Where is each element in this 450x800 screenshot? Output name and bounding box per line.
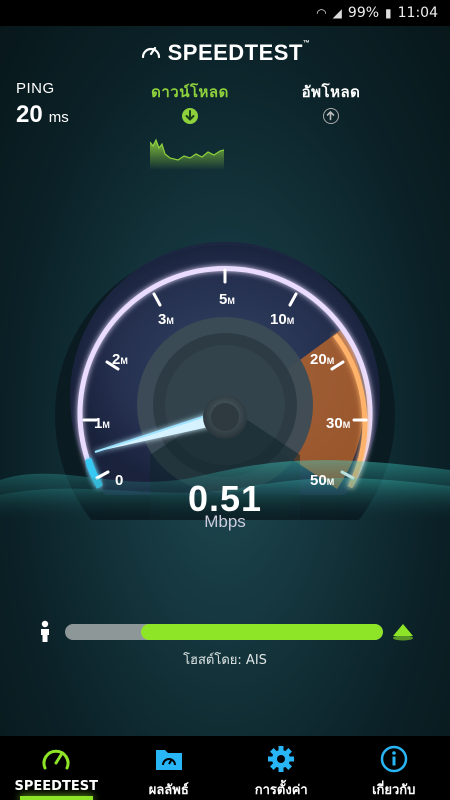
nav-speedtest[interactable]: SPEEDTEST	[0, 736, 113, 800]
signal-icon: ◢	[332, 6, 342, 20]
server-icon	[393, 624, 413, 641]
ping-value-row: 20 ms	[16, 101, 69, 129]
nav-about-label: เกี่ยวกับ	[372, 783, 416, 798]
nav-results-label: ผลลัพธ์	[148, 783, 189, 798]
battery-level: 99%	[347, 5, 380, 21]
nav-settings[interactable]: การตั้งค่า	[225, 736, 338, 800]
download-graph	[150, 138, 225, 170]
folder-icon	[155, 750, 182, 770]
speed-unit: Mbps	[204, 512, 246, 531]
ping-value: 20	[16, 101, 43, 128]
speedometer-icon	[42, 749, 70, 770]
test-progress-bar	[65, 624, 383, 640]
status-bar: ◠ ◢ 99% ▮ 11:04	[0, 0, 450, 26]
nav-speedtest-label: SPEEDTEST	[14, 779, 98, 794]
app-title: SPEEDTEST™	[0, 40, 450, 66]
upload-metric: อัพโหลด	[296, 80, 366, 129]
ping-metric: PING 20 ms	[16, 80, 69, 129]
trademark: ™	[302, 40, 311, 47]
nav-settings-label: การตั้งค่า	[254, 783, 308, 798]
bottom-nav: SPEEDTEST ผลลัพธ์ การตั้งค่า เกี่ยวกับ	[0, 736, 450, 800]
arrow-down-circle-icon	[182, 108, 198, 124]
host-info: โฮสต์โดย: AIS	[183, 653, 267, 668]
download-label: ดาวน์โหลด	[151, 84, 229, 101]
clock: 11:04	[397, 5, 438, 21]
ping-unit: ms	[48, 109, 69, 126]
arrow-up-circle-icon	[323, 108, 339, 124]
upload-label: อัพโหลด	[301, 84, 361, 101]
info-icon	[380, 745, 407, 773]
ping-label: PING	[16, 80, 55, 97]
nav-results[interactable]: ผลลัพธ์	[113, 736, 226, 800]
app-title-text: SPEEDTEST	[167, 40, 303, 65]
test-progress-fill	[141, 624, 383, 640]
wifi-icon: ◠	[316, 6, 327, 20]
speedometer-logo-icon	[141, 46, 160, 59]
gear-icon	[268, 746, 295, 772]
user-device-icon	[41, 620, 49, 642]
nav-about[interactable]: เกี่ยวกับ	[338, 736, 450, 800]
download-metric: ดาวน์โหลด	[148, 80, 232, 129]
battery-icon: ▮	[385, 6, 392, 20]
